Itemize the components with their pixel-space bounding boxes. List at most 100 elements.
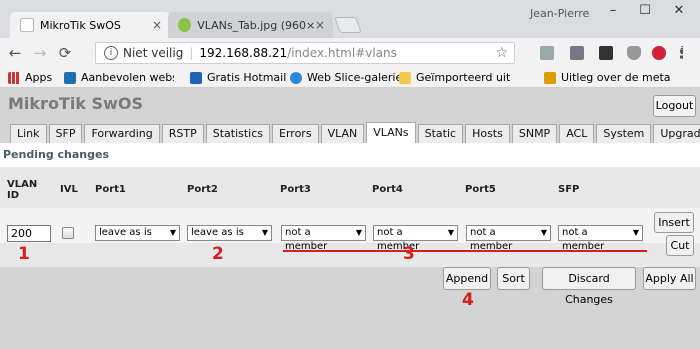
security-label: Niet veilig xyxy=(123,46,184,60)
address-host: 192.168.88.21 xyxy=(199,46,288,60)
bookmark-label: Gratis Hotmail xyxy=(207,71,287,84)
browser-tab-swos[interactable]: MikroTik SwOS × xyxy=(10,12,170,38)
ivl-checkbox[interactable] xyxy=(62,227,74,239)
pinterest-icon[interactable] xyxy=(652,46,666,60)
dropdown-arrow-icon: ▼ xyxy=(261,228,268,237)
bing-icon xyxy=(64,71,76,84)
cut-button[interactable]: Cut xyxy=(666,235,694,256)
port4-select[interactable]: not a member ▼ xyxy=(373,225,458,252)
extension-icon[interactable] xyxy=(570,46,584,60)
info-icon[interactable]: i xyxy=(104,46,118,60)
image-favicon-icon xyxy=(178,18,192,32)
bookmark-label: Uitleg over de meta xyxy=(561,71,671,84)
port1-select[interactable]: leave as is ▼ xyxy=(95,225,180,241)
shield-icon[interactable] xyxy=(627,46,641,60)
tab-forwarding[interactable]: Forwarding xyxy=(84,124,160,143)
bookmark-hotmail[interactable]: Gratis Hotmail xyxy=(190,71,286,84)
logout-button[interactable]: Logout xyxy=(653,95,696,117)
col-header-vlan-id: VLAN ID xyxy=(7,179,38,201)
menu-icon[interactable] xyxy=(680,46,684,60)
select-value: not a member xyxy=(470,227,513,252)
insert-button[interactable]: Insert xyxy=(654,212,694,233)
select-value: not a member xyxy=(285,227,328,252)
maximize-button[interactable]: ☐ xyxy=(630,2,660,20)
port3-select[interactable]: not a member ▼ xyxy=(281,225,366,252)
bookmark-webslice[interactable]: Web Slice-galerie xyxy=(290,71,402,84)
select-value: leave as is xyxy=(99,227,152,238)
bookmark-apps[interactable]: Apps xyxy=(8,71,52,84)
dropdown-arrow-icon: ▼ xyxy=(169,228,176,237)
site-icon xyxy=(544,71,556,84)
tab-title: MikroTik SwOS xyxy=(40,18,121,32)
profile-name[interactable]: Jean-Pierre xyxy=(530,7,589,20)
tab-acl[interactable]: ACL xyxy=(559,124,595,143)
extension-icon[interactable] xyxy=(540,46,554,60)
tab-link[interactable]: Link xyxy=(10,124,47,143)
port2-select[interactable]: leave as is ▼ xyxy=(187,225,272,241)
select-value: leave as is xyxy=(191,227,244,238)
bookmark-geimporteerd[interactable]: Geïmporteerd uit Int xyxy=(399,71,514,84)
bookmark-star-icon[interactable]: ☆ xyxy=(495,45,508,61)
discard-changes-button[interactable]: Discard Changes xyxy=(542,267,636,306)
highlight-underline xyxy=(283,250,647,252)
address-path: /index.html#vlans xyxy=(287,46,397,60)
browser-toolbar: ← → ⟳ i Niet veilig | 192.168.88.21 /ind… xyxy=(0,38,700,68)
address-bar[interactable]: i Niet veilig | 192.168.88.21 /index.htm… xyxy=(95,42,515,64)
tab-hosts[interactable]: Hosts xyxy=(465,124,510,143)
annotation-2: 2 xyxy=(212,244,224,264)
tab-close-icon[interactable]: × xyxy=(315,18,325,32)
select-value: not a member xyxy=(562,227,605,252)
back-arrow-icon[interactable]: ← xyxy=(5,44,25,62)
apply-all-button[interactable]: Apply All xyxy=(643,267,696,290)
port5-select[interactable]: not a member ▼ xyxy=(466,225,551,252)
minimize-button[interactable]: – xyxy=(598,2,628,20)
vlan-id-input[interactable]: 200 xyxy=(7,225,51,242)
dropdown-arrow-icon: ▼ xyxy=(355,228,362,237)
ie-icon xyxy=(290,71,302,84)
col-header-port3: Port3 xyxy=(280,184,311,195)
col-header-port5: Port5 xyxy=(465,184,496,195)
select-value: not a member xyxy=(377,227,420,252)
section-title: Pending changes xyxy=(3,148,110,161)
annotation-1: 1 xyxy=(18,244,30,264)
tab-close-icon[interactable]: × xyxy=(152,18,162,32)
extension-icon[interactable] xyxy=(599,46,613,60)
browser-tab-image[interactable]: VLANs_Tab.jpg (960×720 × xyxy=(168,12,333,38)
swos-page: MikroTik SwOS Logout Link SFP Forwarding… xyxy=(0,88,700,349)
new-tab-button[interactable] xyxy=(334,17,362,33)
folder-icon xyxy=(399,71,411,84)
col-header-ivl: IVL xyxy=(60,184,78,195)
tab-title: VLANs_Tab.jpg (960×720 xyxy=(197,18,315,32)
col-header-port2: Port2 xyxy=(187,184,218,195)
main-tabs: Link SFP Forwarding RSTP Statistics Erro… xyxy=(10,122,700,158)
tab-statistics[interactable]: Statistics xyxy=(205,124,271,143)
tab-system[interactable]: System xyxy=(596,124,652,143)
outlook-icon xyxy=(190,71,202,84)
close-window-button[interactable]: ✕ xyxy=(664,2,694,20)
bookmark-label: Web Slice-galerie xyxy=(307,71,403,84)
tab-snmp[interactable]: SNMP xyxy=(511,124,558,143)
forward-arrow-icon[interactable]: → xyxy=(30,44,50,62)
sfp-select[interactable]: not a member ▼ xyxy=(558,225,643,252)
append-button[interactable]: Append xyxy=(443,267,491,290)
bookmark-label: Geïmporteerd uit Int xyxy=(416,71,514,84)
tab-upgrade[interactable]: Upgrade xyxy=(653,124,700,143)
dropdown-arrow-icon: ▼ xyxy=(632,228,639,237)
bookmarks-bar: Apps Aanbevolen website Gratis Hotmail W… xyxy=(0,68,700,88)
tab-static-hosts[interactable]: Static Hosts xyxy=(417,124,464,158)
bookmark-uitleg[interactable]: Uitleg over de meta xyxy=(544,71,689,84)
annotation-4: 4 xyxy=(462,290,474,310)
bookmark-aanbevolen[interactable]: Aanbevolen website xyxy=(64,71,174,84)
annotation-3: 3 xyxy=(403,244,415,264)
tab-rstp[interactable]: RSTP xyxy=(161,124,204,143)
sort-button[interactable]: Sort xyxy=(497,267,530,290)
tab-errors[interactable]: Errors xyxy=(272,124,319,143)
page-favicon-icon xyxy=(20,18,34,32)
reload-icon[interactable]: ⟳ xyxy=(55,44,75,62)
tab-vlans[interactable]: VLANs xyxy=(366,122,416,143)
tab-sfp[interactable]: SFP xyxy=(48,124,83,143)
tab-vlan[interactable]: VLAN xyxy=(320,124,365,143)
browser-titlebar: MikroTik SwOS × VLANs_Tab.jpg (960×720 ×… xyxy=(0,0,700,38)
address-divider: | xyxy=(189,46,194,60)
col-header-sfp: SFP xyxy=(558,184,580,195)
